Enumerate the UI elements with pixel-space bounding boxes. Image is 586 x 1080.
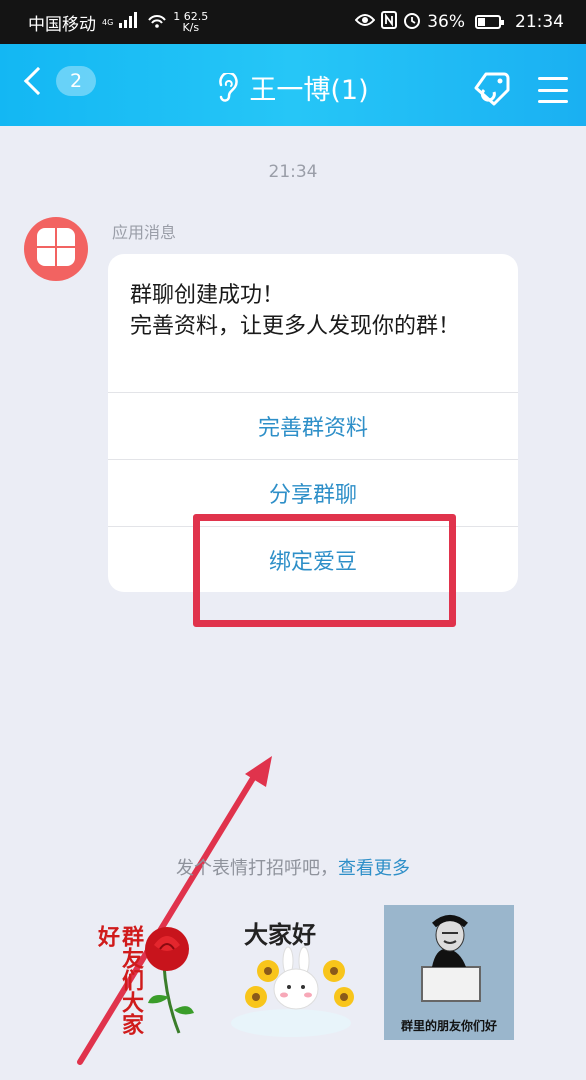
sticker-meme[interactable]: 群里的朋友你们好 — [384, 905, 514, 1040]
sticker-hello-everyone[interactable]: 大家好 — [226, 905, 356, 1040]
sticker1-text: 群友们大家好 — [94, 925, 143, 1035]
sunflower-bunny-icon — [231, 946, 354, 1037]
sticker-prompt: 发个表情打招呼吧，查看更多 — [176, 858, 410, 879]
sticker-row: 群友们大家好 大家好 群里的朋友你们好 — [0, 905, 586, 1045]
sticker3-text: 群里的朋友你们好 — [400, 1019, 497, 1033]
sticker-rose[interactable]: 群友们大家好 — [74, 905, 204, 1040]
see-more-link[interactable]: 查看更多 — [338, 858, 410, 879]
